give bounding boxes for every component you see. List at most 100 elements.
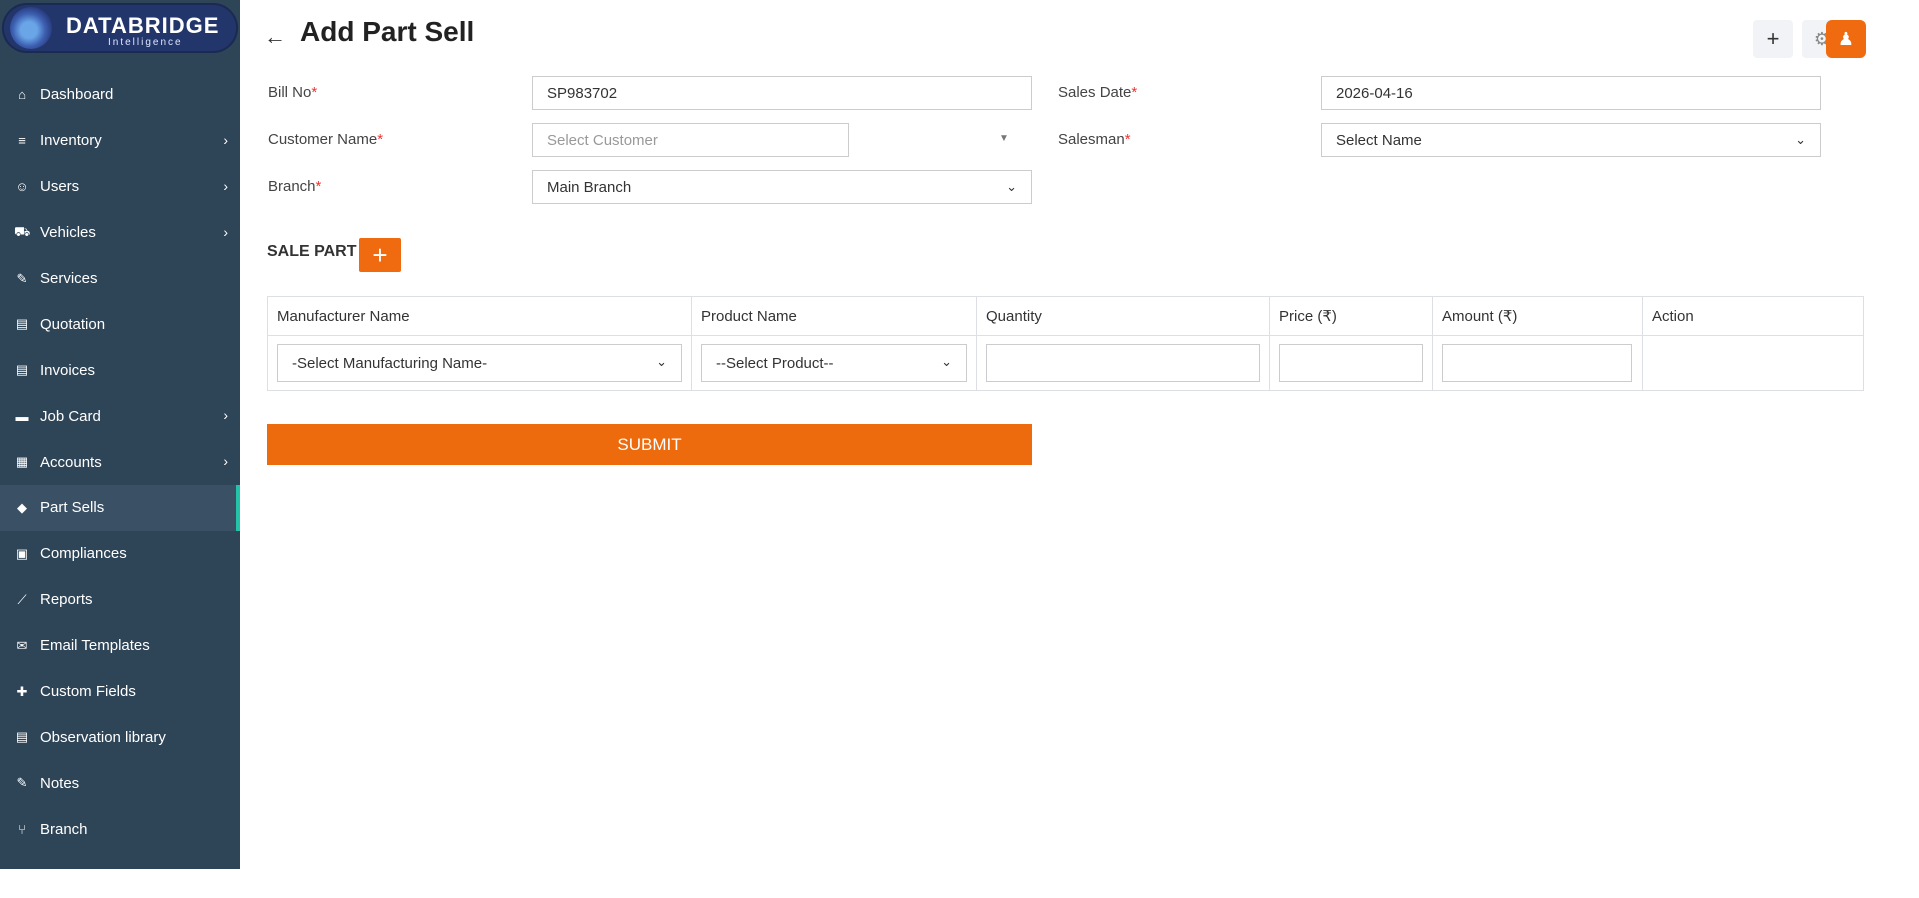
sidebar-item-notes[interactable]: ✎ Notes <box>0 760 240 806</box>
price-input[interactable] <box>1279 344 1423 382</box>
salesman-label: Salesman* <box>1058 131 1131 148</box>
sidebar-item-label: Logout <box>40 866 86 884</box>
tag-icon: ◆ <box>17 499 27 515</box>
sidebar-item-label: Quotation <box>40 315 106 333</box>
user-avatar-icon: ♟ <box>1837 28 1855 49</box>
sidebar-item-users[interactable]: ☺ Users › <box>0 164 240 210</box>
add-icon[interactable]: + <box>1753 20 1793 58</box>
bill-no-field[interactable]: SP983702 <box>532 76 1032 110</box>
sidebar-item-vehicles[interactable]: ⛟ Vehicles › <box>0 210 240 256</box>
col-product: Product Name <box>691 296 977 336</box>
file-icon: ▤ <box>15 316 29 332</box>
sidebar-item-compliances[interactable]: ▣ Compliances <box>0 531 240 577</box>
sidebar-item-label: Compliances <box>40 545 127 563</box>
wrench-icon: ✎ <box>16 270 28 286</box>
chevron-down-icon: ⌄ <box>1006 179 1017 194</box>
sidebar-item-custom-fields[interactable]: ✚ Custom Fields <box>0 669 240 715</box>
sales-date-label: Sales Date* <box>1058 84 1138 101</box>
sidebar-item-reports[interactable]: ⟋ Reports <box>0 577 240 623</box>
brand-logo[interactable]: DATABRIDGE Intelligence <box>2 3 238 53</box>
brand-tagline: Intelligence <box>108 37 183 48</box>
chevron-right-icon: › <box>223 223 228 240</box>
page-title: Add Part Sell <box>300 16 475 47</box>
sidebar-item-label: Vehicles <box>40 224 96 242</box>
quantity-input[interactable] <box>986 344 1260 382</box>
chevron-right-icon: › <box>223 407 228 424</box>
submit-button[interactable]: SUBMIT <box>267 424 1032 465</box>
sidebar-item-label: Invoices <box>40 361 96 379</box>
chart-icon: ⟋ <box>17 591 27 607</box>
customer-name-label: Customer Name* <box>268 131 384 148</box>
col-quantity: Quantity <box>976 296 1270 336</box>
clipboard-icon: ▣ <box>15 545 29 561</box>
globe-logo-icon <box>10 7 52 49</box>
col-manufacturer: Manufacturer Name <box>267 296 692 336</box>
chevron-down-icon: ⌄ <box>1795 132 1806 147</box>
sales-date-field[interactable]: 2026-04-16 <box>1321 76 1821 110</box>
sidebar-item-observation-library[interactable]: ▤ Observation library <box>0 714 240 760</box>
sidebar-item-branch[interactable]: ⑂ Branch <box>0 806 240 852</box>
document-icon: ▤ <box>15 729 29 745</box>
action-cell <box>1642 335 1864 391</box>
sidebar-item-label: Notes <box>40 774 80 792</box>
col-action: Action <box>1642 296 1864 336</box>
sidebar-item-label: Inventory <box>40 132 102 150</box>
power-icon: ⏻ <box>16 867 28 883</box>
user-icon: ☺ <box>15 179 29 195</box>
calculator-icon: ▦ <box>15 454 29 470</box>
avatar[interactable]: ♟ <box>1826 20 1866 58</box>
product-select[interactable]: --Select Product-- ⌄ <box>701 344 967 382</box>
sidebar-item-label: Accounts <box>40 453 102 471</box>
home-icon: ⌂ <box>18 87 26 103</box>
chevron-right-icon: › <box>223 177 228 194</box>
sidebar-item-label: Observation library <box>40 728 166 746</box>
col-price: Price (₹) <box>1269 296 1433 336</box>
sidebar-item-logout[interactable]: ⏻ Logout <box>0 852 240 898</box>
branch-select[interactable]: Main Branch ⌄ <box>532 170 1032 204</box>
sidebar-item-dashboard[interactable]: ⌂ Dashboard <box>0 72 240 118</box>
manufacturer-select[interactable]: -Select Manufacturing Name- ⌄ <box>277 344 682 382</box>
edit-icon: ✎ <box>16 775 28 791</box>
sidebar-item-label: Job Card <box>40 407 101 425</box>
sidebar-item-job-card[interactable]: ▬ Job Card › <box>0 393 240 439</box>
sliders-icon: ≡ <box>18 133 26 149</box>
branch-icon: ⑂ <box>18 821 26 837</box>
customer-dropdown-caret-icon[interactable]: ▼ <box>999 133 1009 144</box>
card-icon: ▬ <box>15 408 29 424</box>
customer-select[interactable]: Select Customer <box>532 123 849 157</box>
sidebar: DATABRIDGE Intelligence ⌂ Dashboard ≡ Inven… <box>0 0 240 884</box>
car-icon: ⛟ <box>14 223 31 239</box>
add-part-button[interactable]: + <box>359 238 401 272</box>
amount-input[interactable] <box>1442 344 1632 382</box>
sidebar-item-inventory[interactable]: ≡ Inventory › <box>0 118 240 164</box>
sidebar-item-accounts[interactable]: ▦ Accounts › <box>0 439 240 485</box>
chevron-down-icon: ⌄ <box>941 354 952 369</box>
branch-label: Branch* <box>268 178 322 195</box>
bill-no-label: Bill No* <box>268 84 318 101</box>
salesman-select[interactable]: Select Name ⌄ <box>1321 123 1821 157</box>
sidebar-item-services[interactable]: ✎ Services <box>0 256 240 302</box>
sale-part-heading: SALE PART <box>267 243 357 260</box>
chevron-right-icon: › <box>223 131 228 148</box>
sidebar-item-label: Email Templates <box>40 637 150 655</box>
sidebar-item-quotation[interactable]: ▤ Quotation <box>0 301 240 347</box>
parts-table: Manufacturer Name Product Name Quantity … <box>267 296 1864 391</box>
sidebar-item-part-sells[interactable]: ◆ Part Sells <box>0 485 240 531</box>
sidebar-item-label: Dashboard <box>40 86 114 104</box>
invoice-icon: ▤ <box>15 362 29 378</box>
sidebar-item-label: Users <box>40 178 80 196</box>
sidebar-item-label: Custom Fields <box>40 683 136 701</box>
col-amount: Amount (₹) <box>1432 296 1643 336</box>
table-header-row: Manufacturer Name Product Name Quantity … <box>267 296 1864 336</box>
brand-name: DATABRIDGE <box>66 13 220 38</box>
chevron-down-icon: ⌄ <box>656 354 667 369</box>
sidebar-item-invoices[interactable]: ▤ Invoices <box>0 347 240 393</box>
sidebar-item-email-templates[interactable]: ✉ Email Templates <box>0 623 240 669</box>
chevron-right-icon: › <box>223 453 228 470</box>
table-row: -Select Manufacturing Name- ⌄ --Select Pr… <box>267 335 1864 391</box>
sidebar-nav: ⌂ Dashboard ≡ Inventory › ☺ Users › ⛟ Vehicles › ✎ S… <box>0 72 240 898</box>
back-arrow-icon[interactable]: ← <box>264 24 286 50</box>
sidebar-item-label: Services <box>40 270 98 287</box>
sidebar-item-label: Reports <box>40 591 93 609</box>
sidebar-item-label: Part Sells <box>40 499 105 517</box>
